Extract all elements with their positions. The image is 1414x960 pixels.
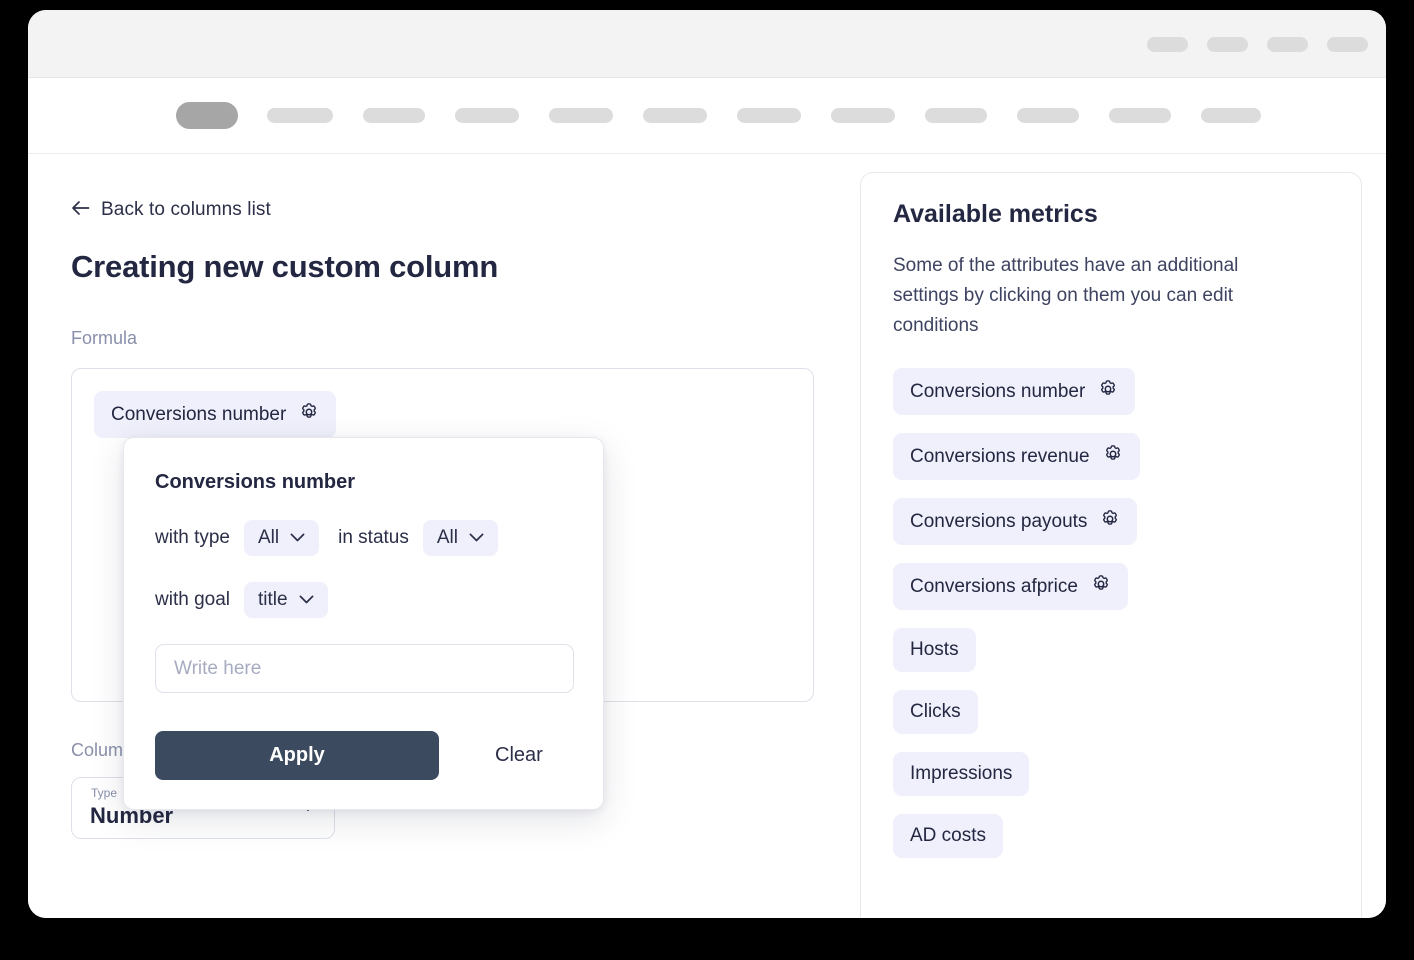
gear-icon[interactable] [1100, 509, 1120, 534]
metrics-description: Some of the attributes have an additiona… [893, 251, 1285, 341]
metric-chip-label: AD costs [910, 825, 986, 847]
metric-chip-conversions-number[interactable]: Conversions number [893, 368, 1135, 415]
metric-chip-ad-costs[interactable]: AD costs [893, 814, 1003, 858]
metric-chip-label: Conversions number [910, 381, 1085, 403]
goal-dropdown-value: title [258, 589, 288, 611]
condition-row-goal: with goal title [155, 582, 572, 618]
metric-chip-hosts[interactable]: Hosts [893, 628, 976, 672]
window-control-pill[interactable] [1267, 37, 1308, 52]
metrics-list: Conversions number Conversions revenue Con… [893, 368, 1329, 858]
metrics-title: Available metrics [893, 200, 1329, 229]
arrow-left-icon [71, 200, 90, 221]
gear-icon[interactable] [1098, 379, 1118, 404]
chevron-down-icon [290, 529, 305, 547]
page-title: Creating new custom column [71, 249, 861, 285]
metric-chip-conversions-payouts[interactable]: Conversions payouts [893, 498, 1137, 545]
window-control-pill[interactable] [1327, 37, 1368, 52]
metric-chip-label: Impressions [910, 763, 1012, 785]
nav-pill-5[interactable] [549, 108, 613, 123]
available-metrics-card: Available metrics Some of the attributes… [860, 172, 1362, 918]
gear-icon[interactable] [1103, 444, 1123, 469]
window-control-pill[interactable] [1207, 37, 1248, 52]
formula-label: Formula [71, 328, 861, 349]
apply-button[interactable]: Apply [155, 731, 439, 780]
metric-chip-conversions-afprice[interactable]: Conversions afprice [893, 563, 1128, 610]
nav-pill-11[interactable] [1109, 108, 1171, 123]
metric-chip-conversions-revenue[interactable]: Conversions revenue [893, 433, 1140, 480]
condition-row-type-status: with type All in status All [155, 520, 572, 556]
with-type-label: with type [155, 527, 230, 549]
nav-pill-6[interactable] [643, 108, 707, 123]
nav-pill-4[interactable] [455, 108, 519, 123]
nav-pill-8[interactable] [831, 108, 895, 123]
in-status-label: in status [338, 527, 409, 549]
goal-value-input[interactable] [155, 644, 574, 693]
metric-chip-clicks[interactable]: Clicks [893, 690, 978, 734]
status-dropdown[interactable]: All [423, 520, 498, 556]
status-dropdown-value: All [437, 527, 458, 549]
type-dropdown[interactable]: All [244, 520, 319, 556]
clear-button[interactable]: Clear [495, 744, 543, 767]
popover-title: Conversions number [155, 471, 572, 494]
nav-pill-10[interactable] [1017, 108, 1079, 123]
chevron-down-icon [469, 529, 484, 547]
gear-icon[interactable] [299, 402, 319, 427]
metric-chip-label: Hosts [910, 639, 959, 661]
metric-settings-popover: Conversions number with type All in stat… [123, 437, 604, 810]
formula-chip-conversions-number[interactable]: Conversions number [94, 391, 336, 438]
browser-title-bar [28, 10, 1386, 78]
goal-dropdown[interactable]: title [244, 582, 328, 618]
metric-chip-label: Clicks [910, 701, 961, 723]
metric-chip-label: Conversions revenue [910, 446, 1090, 468]
nav-pill-9[interactable] [925, 108, 987, 123]
formula-chip-label: Conversions number [111, 404, 286, 426]
nav-pill-1[interactable] [176, 102, 238, 129]
metric-chip-label: Conversions payouts [910, 511, 1087, 533]
popover-actions: Apply Clear [155, 731, 572, 780]
chevron-down-icon [299, 591, 314, 609]
metric-chip-impressions[interactable]: Impressions [893, 752, 1029, 796]
nav-pill-3[interactable] [363, 108, 425, 123]
nav-pill-12[interactable] [1201, 108, 1261, 123]
type-select-mini-label: Type [91, 786, 117, 800]
metric-chip-label: Conversions afprice [910, 576, 1078, 598]
page-body: Back to columns list Creating new custom… [28, 154, 1386, 918]
window-controls [1147, 37, 1368, 52]
back-to-columns-list-link[interactable]: Back to columns list [71, 199, 271, 221]
back-link-label: Back to columns list [101, 199, 271, 221]
navigation-bar [28, 78, 1386, 154]
gear-icon[interactable] [1091, 574, 1111, 599]
with-goal-label: with goal [155, 589, 230, 611]
nav-pill-7[interactable] [737, 108, 801, 123]
browser-window: Back to columns list Creating new custom… [28, 10, 1386, 918]
window-control-pill[interactable] [1147, 37, 1188, 52]
nav-pill-2[interactable] [267, 108, 333, 123]
type-dropdown-value: All [258, 527, 279, 549]
